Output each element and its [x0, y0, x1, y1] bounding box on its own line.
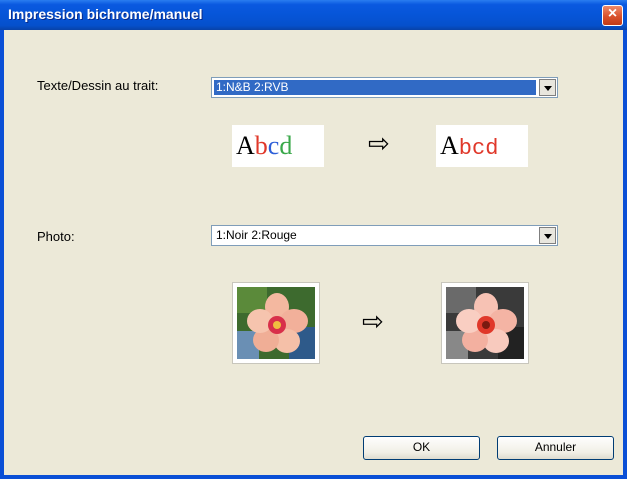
close-icon: ×: [607, 5, 618, 22]
photo-mode-select[interactable]: 1:Noir 2:Rouge: [211, 225, 558, 246]
sample-letter: A: [236, 131, 255, 160]
sample-letter: c: [471, 136, 486, 161]
sample-letter: A: [440, 131, 459, 160]
text-mode-label: Texte/Dessin au trait:: [37, 78, 159, 93]
text-sample-before: Abcd: [232, 125, 324, 167]
photo-sample-bichrome: [441, 282, 529, 364]
text-sample-after: Abcd: [436, 125, 528, 167]
window-title: Impression bichrome/manuel: [8, 6, 203, 22]
photo-sample-color: [232, 282, 320, 364]
flower-image: [237, 287, 315, 359]
title-bar[interactable]: Impression bichrome/manuel ×: [0, 0, 627, 30]
chevron-down-icon[interactable]: [539, 227, 556, 244]
sample-letter: b: [458, 136, 472, 161]
photo-mode-label: Photo:: [37, 229, 75, 244]
dialog-window: Impression bichrome/manuel × Texte/Dessi…: [0, 0, 627, 479]
close-button[interactable]: ×: [602, 5, 623, 26]
text-mode-value: 1:N&B 2:RVB: [214, 80, 536, 95]
cancel-button[interactable]: Annuler: [497, 436, 614, 460]
flower-image-bichrome: [446, 287, 524, 359]
arrow-right-icon: ⇨: [368, 128, 390, 158]
text-mode-select[interactable]: 1:N&B 2:RVB: [211, 77, 558, 98]
sample-letter: d: [485, 136, 499, 161]
arrow-right-icon: ⇨: [362, 306, 384, 336]
sample-letter: c: [267, 131, 280, 160]
sample-letter: b: [254, 131, 268, 160]
chevron-down-icon[interactable]: [539, 79, 556, 96]
sample-letter: d: [279, 131, 293, 160]
ok-button[interactable]: OK: [363, 436, 480, 460]
photo-mode-value: 1:Noir 2:Rouge: [216, 228, 297, 242]
